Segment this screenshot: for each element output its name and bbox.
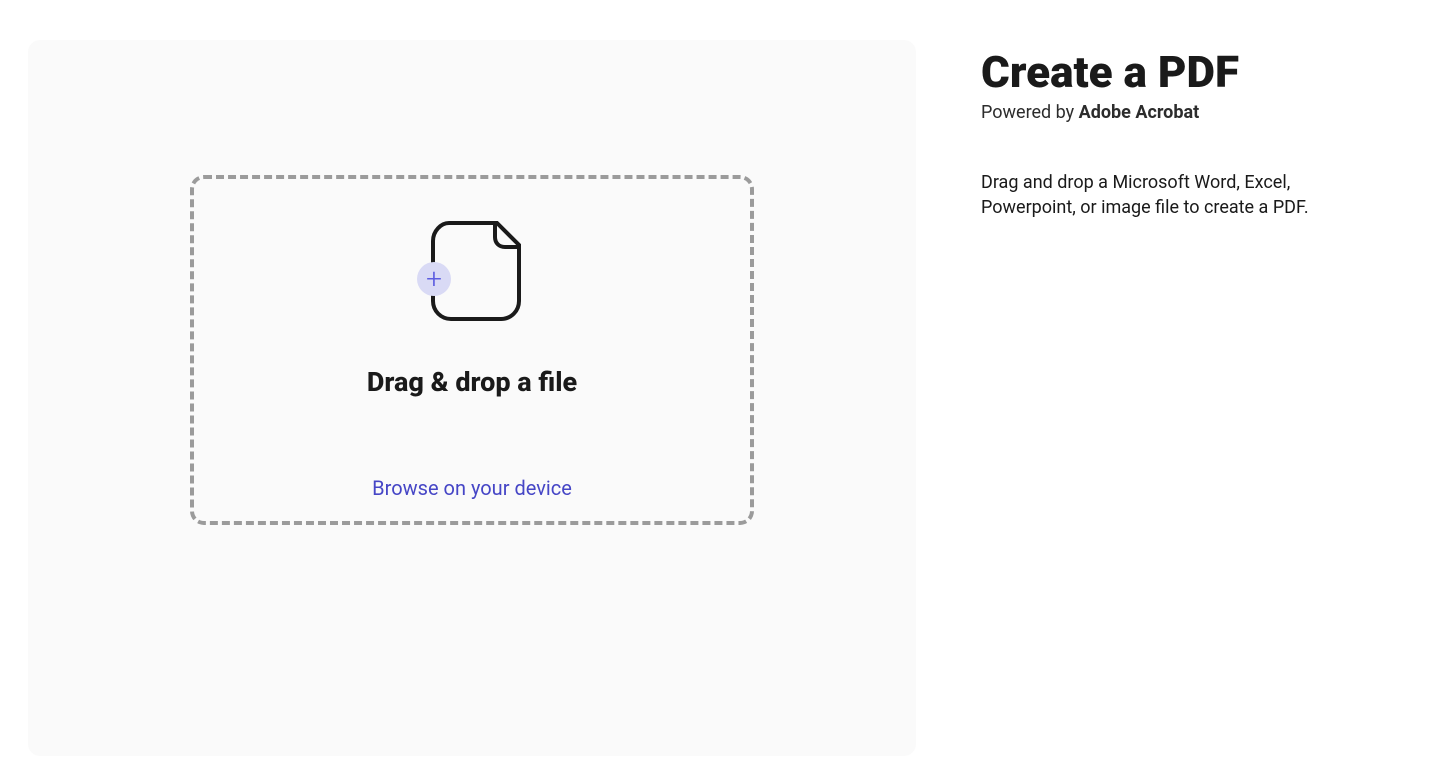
dropzone-title: Drag & drop a file <box>367 366 577 398</box>
info-panel: Create a PDF Powered by Adobe Acrobat Dr… <box>916 40 1376 758</box>
page-title: Create a PDF <box>981 48 1376 96</box>
subtitle: Powered by Adobe Acrobat <box>981 102 1376 123</box>
description: Drag and drop a Microsoft Word, Excel, P… <box>981 171 1376 220</box>
plus-icon: + <box>417 262 451 296</box>
file-add-icon: + <box>417 221 527 336</box>
browse-device-link[interactable]: Browse on your device <box>372 476 572 500</box>
subtitle-brand: Adobe Acrobat <box>1079 102 1200 123</box>
upload-panel: + Drag & drop a file Browse on your devi… <box>28 40 916 756</box>
file-dropzone[interactable]: + Drag & drop a file Browse on your devi… <box>190 175 754 525</box>
subtitle-prefix: Powered by <box>981 102 1079 123</box>
